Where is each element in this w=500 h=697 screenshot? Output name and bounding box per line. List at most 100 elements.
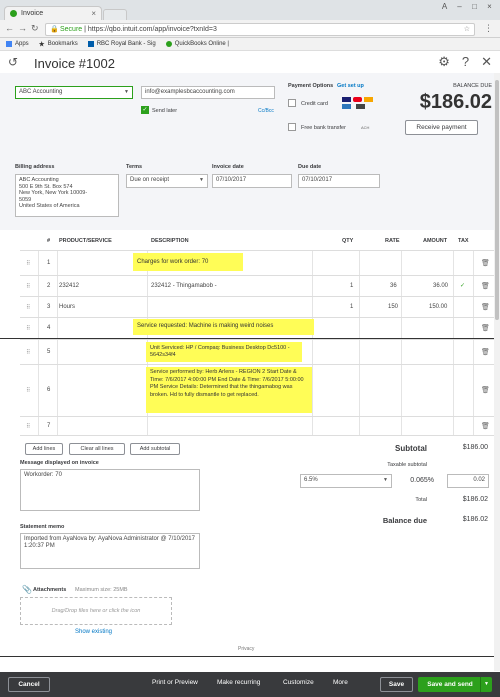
new-tab-button[interactable]: [103, 9, 127, 20]
drag-handle-icon[interactable]: ⠿: [26, 325, 30, 332]
trash-icon[interactable]: 🗑: [481, 282, 490, 290]
trash-icon[interactable]: 🗑: [481, 386, 490, 394]
scrollbar-thumb[interactable]: [495, 80, 499, 320]
settings-gear-icon[interactable]: ⚙: [438, 54, 450, 70]
table-row[interactable]: ⠿ 2 232412 232412 - Thingamabob - 1 36 3…: [20, 275, 498, 296]
window-controls: A – □ ×: [438, 2, 496, 12]
table-row[interactable]: ⠿ 1 🗑: [20, 250, 498, 275]
browser-tab-bar: Invoice × A – □ ×: [0, 0, 500, 20]
bookmarks-bar: Apps Bookmarks RBC Royal Bank - Sig Quic…: [0, 38, 500, 51]
cancel-button[interactable]: Cancel: [8, 677, 50, 692]
get-set-up-link[interactable]: Get set up: [337, 83, 364, 89]
send-later-checkbox[interactable]: ✓: [141, 106, 149, 114]
subtotal-label: Subtotal: [395, 444, 427, 453]
card-icon: [356, 104, 365, 109]
chevron-down-icon: ▼: [383, 477, 388, 483]
drag-handle-icon[interactable]: ⠿: [26, 304, 30, 311]
table-row[interactable]: ⠿ 7 🗑: [20, 416, 498, 436]
print-preview-button[interactable]: Print or Preview: [152, 679, 198, 686]
tax-check-icon[interactable]: ✓: [460, 282, 465, 289]
receive-payment-button[interactable]: Receive payment: [405, 120, 478, 135]
drag-handle-icon[interactable]: ⠿: [26, 387, 30, 394]
billing-address-input[interactable]: ABC Accounting 500 E 9th St. Box 574 New…: [15, 174, 119, 217]
drag-handle-icon[interactable]: ⠿: [26, 260, 30, 267]
attachment-dropzone[interactable]: Drag/Drop files here or click the icon: [20, 597, 172, 625]
invoice-date-input[interactable]: 07/10/2017: [212, 174, 292, 188]
tab-title: Invoice: [21, 10, 44, 17]
header-icons: ⚙ ? ✕: [438, 54, 492, 70]
clear-all-lines-button[interactable]: Clear all lines: [69, 443, 125, 455]
paperclip-icon[interactable]: 📎: [22, 585, 32, 594]
recent-history-icon[interactable]: ↺: [8, 55, 18, 69]
amex-icon: [342, 104, 351, 109]
add-lines-button[interactable]: Add lines: [25, 443, 63, 455]
balance-due-box: BALANCE DUE $186.02: [420, 83, 492, 114]
customer-select[interactable]: ABC Accounting ▼: [15, 86, 133, 99]
balance-due-amount: $186.02: [419, 91, 492, 113]
invoice-message-textarea[interactable]: Workorder: 70: [20, 469, 200, 511]
row-description[interactable]: Service requested: Machine is making wei…: [133, 319, 314, 335]
bookmark-rbc[interactable]: RBC Royal Bank - Sig: [87, 41, 156, 47]
due-date-input[interactable]: 07/10/2017: [298, 174, 380, 188]
trash-icon[interactable]: 🗑: [481, 303, 490, 311]
chevron-down-icon: ▼: [124, 89, 129, 95]
tax-rate-select[interactable]: 6.5% ▼: [300, 474, 392, 488]
trash-icon[interactable]: 🗑: [481, 422, 490, 430]
close-icon[interactable]: ✕: [481, 54, 492, 70]
credit-card-label: Credit card: [301, 101, 328, 107]
trash-icon[interactable]: 🗑: [481, 348, 490, 356]
drag-handle-icon[interactable]: ⠿: [26, 423, 30, 430]
customize-button[interactable]: Customize: [283, 679, 314, 686]
statement-memo-textarea[interactable]: Imported from AyaNova by: AyaNova Admini…: [20, 533, 200, 569]
save-button[interactable]: Save: [380, 677, 413, 692]
trash-icon[interactable]: 🗑: [481, 259, 490, 267]
row-description[interactable]: Unit Serviced: HP / Compaq: Business Des…: [146, 342, 302, 362]
balance-due-value: $186.02: [462, 516, 488, 523]
invoice-date-label: Invoice date: [212, 164, 244, 170]
close-window-icon[interactable]: ×: [483, 2, 496, 12]
chevron-down-icon: ▼: [199, 177, 204, 183]
forward-icon[interactable]: →: [18, 23, 27, 33]
make-recurring-button[interactable]: Make recurring: [217, 679, 260, 686]
save-and-send-button[interactable]: Save and send ▼: [418, 677, 492, 692]
apps-grid-icon: [6, 41, 12, 47]
browser-menu-icon[interactable]: ⋮: [484, 23, 493, 34]
page-title: Invoice #1002: [34, 56, 115, 71]
chevron-down-icon[interactable]: ▼: [480, 677, 492, 692]
reload-icon[interactable]: ↻: [31, 23, 39, 34]
help-icon[interactable]: ?: [462, 54, 469, 70]
privacy-link[interactable]: Privacy: [238, 646, 254, 652]
address-bar-row: ← → ↻ 🔒 Secure | https://qbo.intuit.com/…: [0, 20, 500, 38]
close-tab-icon[interactable]: ×: [91, 9, 96, 18]
back-icon[interactable]: ←: [5, 23, 14, 33]
bookmark-apps[interactable]: Apps: [6, 41, 29, 47]
more-button[interactable]: More: [333, 679, 348, 686]
tax-amount-input[interactable]: 0.02: [447, 474, 489, 488]
minimize-icon[interactable]: –: [453, 2, 466, 12]
trash-icon[interactable]: 🗑: [481, 324, 490, 332]
tax-percent: 0.065%: [410, 477, 434, 484]
table-row[interactable]: ⠿ 3 Hours 1 150 150.00 🗑: [20, 296, 498, 317]
add-subtotal-button[interactable]: Add subtotal: [130, 443, 180, 455]
bank-transfer-checkbox[interactable]: [288, 123, 296, 131]
bookmark-star-icon[interactable]: ☆: [464, 24, 470, 35]
row-description[interactable]: Charges for work order: 70: [133, 253, 243, 271]
drag-handle-icon[interactable]: ⠿: [26, 349, 30, 356]
user-profile-icon[interactable]: A: [438, 2, 451, 12]
bookmark-bookmarks[interactable]: Bookmarks: [38, 41, 78, 47]
star-icon: [38, 41, 45, 47]
bank-transfer-label: Free bank transfer: [301, 125, 346, 131]
row-description[interactable]: Service performed by: Herb Arlens - REGI…: [146, 367, 312, 413]
browser-tab[interactable]: Invoice ×: [4, 6, 102, 20]
statement-memo-label: Statement memo: [20, 524, 65, 530]
send-later-label: Send later: [152, 108, 178, 114]
url-input[interactable]: 🔒 Secure | https://qbo.intuit.com/app/in…: [45, 23, 475, 36]
credit-card-checkbox[interactable]: [288, 99, 296, 107]
drag-handle-icon[interactable]: ⠿: [26, 283, 30, 290]
bookmark-quickbooks[interactable]: QuickBooks Online |: [165, 41, 229, 47]
terms-select[interactable]: Due on receipt ▼: [126, 174, 208, 188]
cc-bcc-link[interactable]: Cc/Bcc: [258, 108, 274, 114]
show-existing-link[interactable]: Show existing: [75, 629, 112, 635]
customer-email-input[interactable]: info@examplesbcaccounting.com: [141, 86, 275, 99]
maximize-icon[interactable]: □: [468, 2, 481, 12]
